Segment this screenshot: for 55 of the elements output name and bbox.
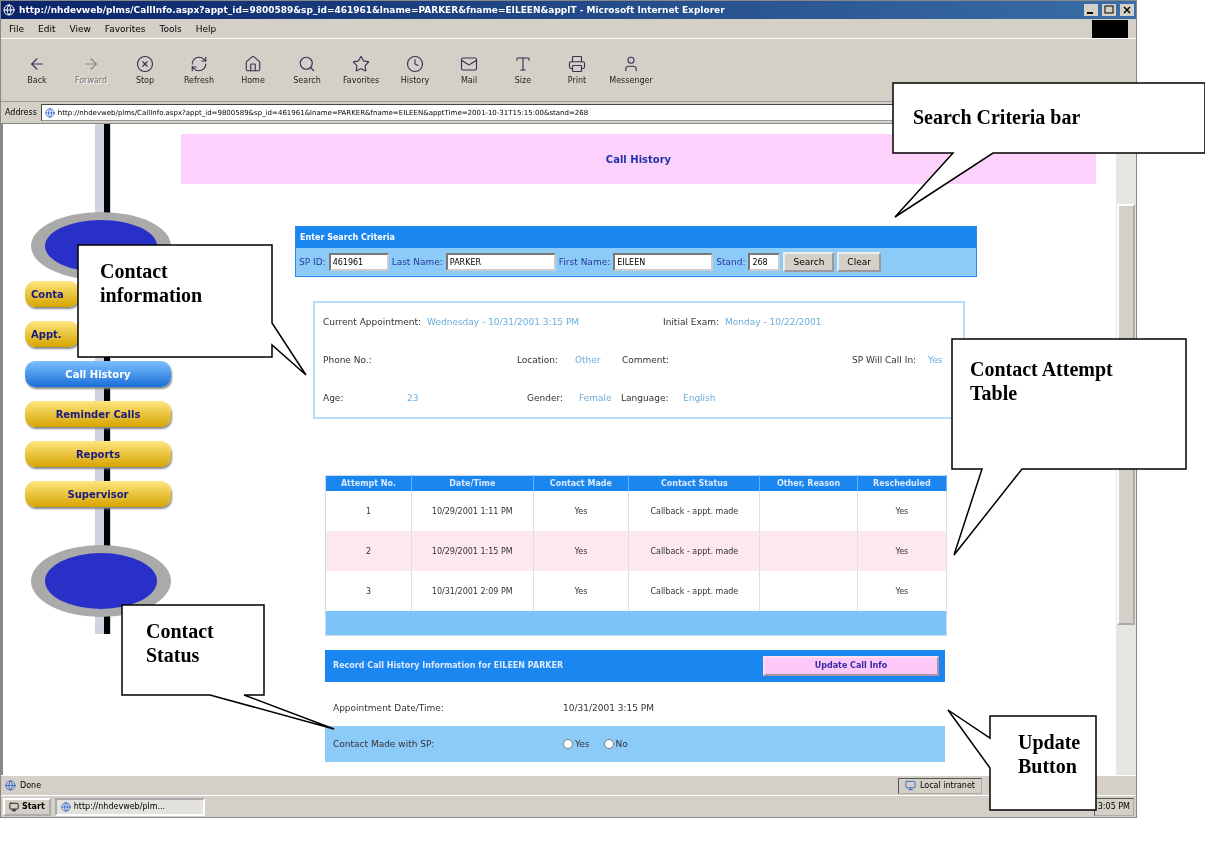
table-cell: 2 (325, 531, 412, 571)
info-value: Other (575, 355, 601, 365)
field-label: Stand: (716, 257, 746, 267)
info-value: Wednesday - 10/31/2001 3:15 PM (427, 317, 580, 327)
form-label: Contact Made with SP: (333, 738, 436, 749)
info-label: Initial Exam: (663, 317, 720, 327)
table-cell: 10/29/2001 1:15 PM (411, 531, 534, 571)
table-cell: 10/29/2001 1:11 PM (411, 491, 534, 531)
info-label: Age: (323, 393, 345, 403)
status-text: Done (20, 781, 42, 790)
table-cell: 1 (325, 491, 412, 531)
table-cell: 10/31/2001 2:09 PM (411, 571, 534, 611)
callout-text: Update Button (1018, 730, 1082, 778)
column-header: Attempt No. (325, 475, 412, 491)
callout-text: Contact Status (146, 619, 215, 667)
info-label: Location: (517, 355, 560, 365)
field-label: Last Name: (391, 257, 443, 267)
field-label: First Name: (558, 257, 611, 267)
column-header: Contact Status (628, 475, 760, 491)
info-value: Yes (928, 355, 943, 365)
window-title: http://nhdevweb/plms/CallInfo.aspx?appt_id=9800589&sp_id=461961&lname=PARKER&fname=EILEEN&applT - Microsoft Internet Explorer (19, 5, 726, 15)
info-value: Monday - 10/22/2001 (725, 317, 822, 327)
table-cell: Callback - appt. made (628, 531, 760, 571)
info-label: Phone No.: (323, 355, 372, 365)
column-header: Contact Made (533, 475, 629, 491)
info-label: Comment: (622, 355, 670, 365)
field-label: SP ID: (299, 257, 326, 267)
table-cell: Yes (533, 531, 629, 571)
form-value: 10/31/2001 3:15 PM (563, 702, 655, 713)
info-value: Female (579, 393, 612, 403)
address-label: Address (5, 108, 37, 117)
table-cell: Callback - appt. made (628, 571, 760, 611)
zone-indicator: Local intranet (897, 777, 982, 794)
column-header: Rescheduled (857, 475, 947, 491)
search-panel-title: Enter Search Criteria (296, 227, 976, 248)
info-label: Gender: (527, 393, 565, 403)
table-cell: Callback - appt. made (628, 491, 760, 531)
table-cell: Yes (533, 491, 629, 531)
table-cell: 3 (325, 571, 412, 611)
info-label: SP Will Call In: (852, 355, 918, 365)
info-value: 23 (407, 393, 419, 403)
table-cell: Yes (857, 571, 947, 611)
clock-text: 3:05 PM (1097, 802, 1130, 811)
info-label: Current Appointment: (323, 317, 422, 327)
table-cell: Yes (533, 571, 629, 611)
column-header: Date/Time (411, 475, 534, 491)
table-cell: Yes (857, 531, 947, 571)
info-value: English (683, 393, 716, 403)
form-label: Appointment Date/Time: (333, 702, 445, 713)
column-header: Other, Reason (760, 475, 858, 491)
callout-text: Contact information (100, 259, 204, 307)
record-title: Record Call History Information for EILEEN PARKER (333, 661, 564, 670)
callout-text: Contact Attempt Table (970, 357, 1114, 405)
table-cell: Yes (857, 491, 947, 531)
info-label: Language: (621, 393, 670, 403)
